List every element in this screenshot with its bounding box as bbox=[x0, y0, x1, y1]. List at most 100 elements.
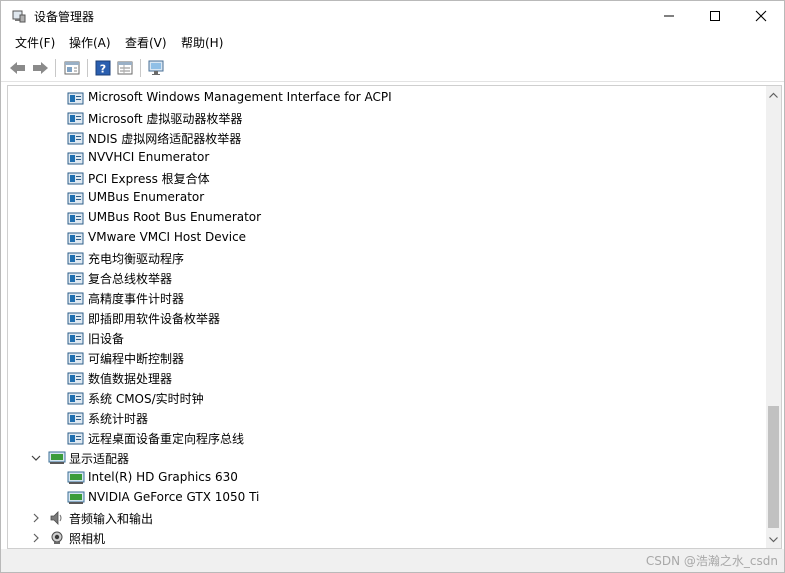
tree-item[interactable]: 即插即用软件设备枚举器 bbox=[8, 308, 766, 328]
tree-item-label: 系统 CMOS/实时时钟 bbox=[88, 392, 204, 406]
back-button[interactable] bbox=[8, 58, 28, 78]
tree-item-label: 显示适配器 bbox=[69, 452, 130, 466]
system-device-icon bbox=[67, 350, 85, 366]
display-adapter-icon bbox=[67, 490, 85, 506]
tree-item-label: 数值数据处理器 bbox=[88, 372, 173, 386]
tree-item[interactable]: 远程桌面设备重定向程序总线 bbox=[8, 428, 766, 448]
toolbar-separator bbox=[140, 59, 141, 77]
system-device-icon bbox=[67, 150, 85, 166]
tree-item[interactable]: 复合总线枚举器 bbox=[8, 268, 766, 288]
toolbar-separator bbox=[55, 59, 56, 77]
chevron-down-icon[interactable] bbox=[30, 451, 42, 465]
system-device-icon bbox=[67, 110, 85, 126]
tree-item-label: UMBus Enumerator bbox=[88, 190, 205, 204]
watermark-text: CSDN @浩瀚之水_csdn bbox=[645, 554, 778, 568]
chevron-right-icon[interactable] bbox=[30, 531, 42, 545]
system-device-icon bbox=[67, 330, 85, 346]
tree-item-label: Intel(R) HD Graphics 630 bbox=[88, 470, 238, 484]
vertical-scrollbar[interactable] bbox=[766, 86, 781, 548]
tree-item-label: PCI Express 根复合体 bbox=[88, 172, 210, 186]
back-arrow-icon bbox=[10, 62, 25, 74]
toolbar-divider bbox=[1, 81, 784, 82]
tree-item[interactable]: NDIS 虚拟网络适配器枚举器 bbox=[8, 128, 766, 148]
tree-item[interactable]: Intel(R) HD Graphics 630 bbox=[8, 468, 766, 488]
tree-item[interactable]: VMware VMCI Host Device bbox=[8, 228, 766, 248]
system-device-icon bbox=[67, 170, 85, 186]
tree-item[interactable]: Microsoft 虚拟驱动器枚举器 bbox=[8, 108, 766, 128]
forward-arrow-icon bbox=[33, 62, 48, 74]
minimize-icon bbox=[664, 15, 674, 17]
system-device-icon bbox=[67, 390, 85, 406]
system-device-icon bbox=[67, 290, 85, 306]
tree-item-label: UMBus Root Bus Enumerator bbox=[88, 210, 262, 224]
help-button[interactable]: ? bbox=[93, 58, 113, 78]
title-bar[interactable]: 设备管理器 bbox=[1, 1, 784, 31]
minimize-button[interactable] bbox=[646, 1, 692, 31]
tree-item[interactable]: 显示适配器 bbox=[8, 448, 766, 468]
tree-item-label: 音频输入和输出 bbox=[69, 512, 154, 526]
tree-item-label: Microsoft 虚拟驱动器枚举器 bbox=[88, 112, 243, 126]
help-icon: ? bbox=[95, 60, 111, 76]
tree-item[interactable]: 高精度事件计时器 bbox=[8, 288, 766, 308]
tree-item[interactable]: 数值数据处理器 bbox=[8, 368, 766, 388]
menu-view[interactable]: 查看(V) bbox=[125, 34, 167, 51]
device-tree[interactable]: Microsoft Windows Management Interface f… bbox=[7, 85, 782, 549]
menu-file[interactable]: 文件(F) bbox=[15, 34, 55, 51]
tree-item-label: NVIDIA GeForce GTX 1050 Ti bbox=[88, 490, 260, 504]
tree-item-label: 可编程中断控制器 bbox=[88, 352, 185, 366]
system-device-icon bbox=[67, 210, 85, 226]
system-device-icon bbox=[67, 130, 85, 146]
tree-item-label: 系统计时器 bbox=[88, 412, 149, 426]
tree-item-label: NDIS 虚拟网络适配器枚举器 bbox=[88, 132, 242, 146]
status-bar: CSDN @浩瀚之水_csdn bbox=[1, 549, 784, 572]
tree-item-label: 远程桌面设备重定向程序总线 bbox=[88, 432, 245, 446]
chevron-down-icon bbox=[769, 536, 778, 542]
tree-item[interactable]: 可编程中断控制器 bbox=[8, 348, 766, 368]
details-view-icon bbox=[117, 61, 133, 75]
properties-icon bbox=[64, 61, 80, 75]
speaker-icon bbox=[48, 510, 66, 526]
maximize-button[interactable] bbox=[692, 1, 738, 31]
system-device-icon bbox=[67, 430, 85, 446]
details-view-button[interactable] bbox=[115, 58, 135, 78]
system-device-icon bbox=[67, 90, 85, 106]
scrollbar-thumb[interactable] bbox=[768, 406, 779, 528]
display-adapter-icon bbox=[67, 470, 85, 486]
menu-help[interactable]: 帮助(H) bbox=[181, 34, 223, 51]
tree-item[interactable]: 充电均衡驱动程序 bbox=[8, 248, 766, 268]
tree-item[interactable]: 照相机 bbox=[8, 528, 766, 548]
properties-button[interactable] bbox=[62, 58, 82, 78]
tree-item[interactable]: 系统 CMOS/实时时钟 bbox=[8, 388, 766, 408]
toolbar-separator bbox=[87, 59, 88, 77]
tree-item[interactable]: NVIDIA GeForce GTX 1050 Ti bbox=[8, 488, 766, 508]
scroll-up-button[interactable] bbox=[766, 86, 781, 103]
chevron-right-icon[interactable] bbox=[30, 511, 42, 525]
window-title: 设备管理器 bbox=[34, 10, 95, 24]
tree-item[interactable]: NVVHCI Enumerator bbox=[8, 148, 766, 168]
tree-item[interactable]: 音频输入和输出 bbox=[8, 508, 766, 528]
device-manager-window: 设备管理器 文件(F) 操作(A) 查看(V) 帮助(H) ? Microsof… bbox=[0, 0, 785, 573]
tree-item[interactable]: 系统计时器 bbox=[8, 408, 766, 428]
tree-item-label: 即插即用软件设备枚举器 bbox=[88, 312, 221, 326]
device-manager-icon bbox=[11, 8, 27, 24]
tree-item-label: 充电均衡驱动程序 bbox=[88, 252, 185, 266]
maximize-icon bbox=[710, 11, 720, 21]
close-button[interactable] bbox=[738, 1, 784, 31]
tree-item[interactable]: 旧设备 bbox=[8, 328, 766, 348]
tree-item[interactable]: Microsoft Windows Management Interface f… bbox=[8, 88, 766, 108]
tree-item-label: 旧设备 bbox=[88, 332, 125, 346]
tree-item-label: 复合总线枚举器 bbox=[88, 272, 173, 286]
scroll-down-button[interactable] bbox=[766, 531, 781, 548]
tree-item-label: NVVHCI Enumerator bbox=[88, 150, 210, 164]
tree-item[interactable]: UMBus Root Bus Enumerator bbox=[8, 208, 766, 228]
tree-item-label: 照相机 bbox=[69, 532, 106, 546]
system-device-icon bbox=[67, 410, 85, 426]
system-device-icon bbox=[67, 270, 85, 286]
forward-button[interactable] bbox=[30, 58, 50, 78]
menu-bar: 文件(F) 操作(A) 查看(V) 帮助(H) bbox=[1, 32, 784, 52]
menu-action[interactable]: 操作(A) bbox=[69, 34, 111, 51]
scan-hardware-button[interactable] bbox=[147, 58, 167, 78]
tree-item[interactable]: UMBus Enumerator bbox=[8, 188, 766, 208]
tree-item[interactable]: PCI Express 根复合体 bbox=[8, 168, 766, 188]
tree-item-label: VMware VMCI Host Device bbox=[88, 230, 247, 244]
